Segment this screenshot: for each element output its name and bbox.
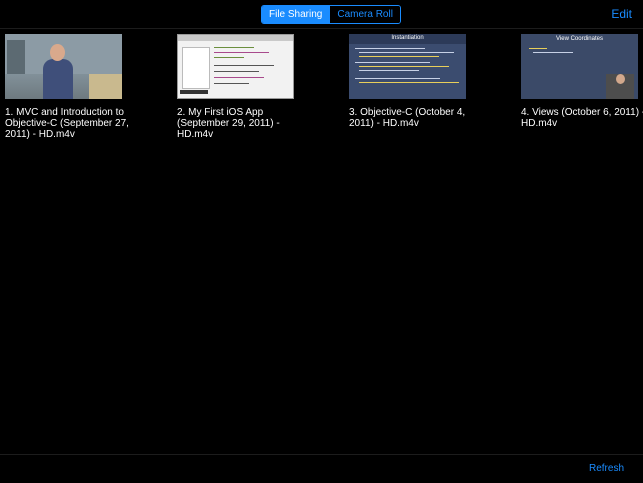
video-thumbnail[interactable]: Instantiation	[349, 34, 466, 99]
thumbnail-person-head	[50, 44, 65, 61]
thumbnail-slide-title: View Coordinates	[556, 36, 603, 42]
video-title: 3. Objective-C (October 4, 2011) - HD.m4…	[349, 107, 466, 129]
thumbnail-dark-bar	[180, 90, 208, 94]
thumbnail-code-line	[214, 65, 274, 66]
thumbnail-code-line	[214, 52, 269, 53]
thumbnail-door	[7, 40, 25, 74]
thumbnail-slide-title: Instantiation	[391, 35, 424, 41]
video-thumbnail[interactable]	[5, 34, 122, 99]
segment-camera-roll[interactable]: Camera Roll	[329, 6, 400, 23]
thumbnail-slide-line	[355, 62, 430, 63]
video-title: 2. My First iOS App (September 29, 2011)…	[177, 107, 280, 140]
video-item[interactable]: 1. MVC and Introduction to Objective-C (…	[5, 34, 155, 140]
segment-file-sharing[interactable]: File Sharing	[262, 6, 330, 23]
thumbnail-podium	[89, 74, 122, 99]
thumbnail-code-line	[214, 57, 244, 58]
bottom-toolbar: Refresh	[0, 454, 643, 483]
thumbnail-slide-line	[529, 48, 547, 49]
video-thumbnail[interactable]	[177, 34, 294, 99]
thumbnail-code-line	[214, 47, 254, 48]
thumbnail-code-line	[214, 71, 259, 72]
edit-button[interactable]: Edit	[611, 7, 632, 21]
thumbnail-slide-line	[359, 82, 459, 83]
thumbnail-slide-line	[533, 52, 573, 53]
source-segmented-control: File Sharing Camera Roll	[261, 5, 401, 24]
thumbnail-toolbar	[178, 35, 293, 41]
thumbnail-code-line	[214, 83, 249, 84]
thumbnail-slide-line	[355, 78, 440, 79]
thumbnail-slide-line	[359, 66, 449, 67]
video-title: 1. MVC and Introduction to Objective-C (…	[5, 107, 129, 140]
top-toolbar: File Sharing Camera Roll Edit	[0, 0, 643, 29]
video-item[interactable]: Instantiation 3. Objective-C (October 4,…	[349, 34, 499, 129]
video-item[interactable]: View Coordinates 4. Views (October 6, 20…	[521, 34, 643, 129]
thumbnail-person	[43, 59, 73, 99]
thumbnail-phone-preview	[182, 47, 210, 89]
video-item[interactable]: 2. My First iOS App (September 29, 2011)…	[177, 34, 327, 140]
thumbnail-slide-line	[359, 52, 454, 53]
thumbnail-speaker-head	[616, 74, 625, 84]
thumbnail-slide-line	[359, 70, 419, 71]
video-title: 4. Views (October 6, 2011) - HD.m4v	[521, 107, 643, 129]
thumbnail-slide-line	[355, 48, 425, 49]
video-thumbnail[interactable]: View Coordinates	[521, 34, 638, 99]
thumbnail-code-line	[214, 77, 264, 78]
refresh-button[interactable]: Refresh	[589, 463, 624, 474]
thumbnail-slide-line	[359, 56, 439, 57]
